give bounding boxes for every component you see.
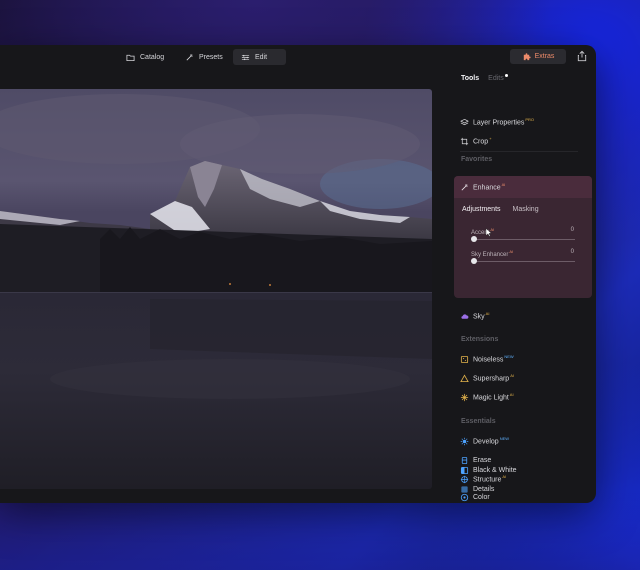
layer-properties-label: Layer Properties: [473, 119, 525, 127]
noiseless-icon: [460, 355, 469, 363]
badge: NEW: [504, 354, 514, 360]
enhance-panel: EnhanceAI Adjustments Masking AccentAI 0…: [454, 176, 592, 298]
panel-tabs: Tools Edits: [461, 74, 508, 82]
accent-value: 0: [570, 227, 574, 233]
crop-icon: [460, 137, 469, 145]
divider: [460, 151, 578, 152]
enhance-label: Enhance: [473, 184, 501, 192]
layers-icon: [460, 118, 469, 125]
mountain-lake-image: [0, 89, 432, 489]
black-white-item[interactable]: Black & White: [460, 464, 517, 476]
enhance-item[interactable]: EnhanceAI: [460, 181, 505, 193]
details-label: Details: [473, 485, 495, 493]
badge: AI: [509, 249, 514, 254]
sky-enhancer-label: Sky EnhancerAI: [471, 249, 513, 258]
favorites-heading: Favorites: [461, 156, 493, 163]
noiseless-item[interactable]: NoiselessNEW: [460, 353, 514, 365]
presets-button[interactable]: Presets: [177, 49, 231, 65]
badge: AI: [501, 182, 506, 188]
extras-label: Extras: [534, 53, 555, 60]
half-square-icon: [460, 466, 469, 474]
noiseless-label: Noiseless: [473, 356, 504, 364]
presets-label: Presets: [199, 53, 223, 61]
sun-icon: [460, 437, 469, 445]
layer-properties-item[interactable]: Layer PropertiesPRO: [460, 116, 534, 128]
folder-icon: [126, 54, 135, 61]
magic-light-item[interactable]: Magic LightAI: [460, 391, 514, 403]
accent-slider-knob[interactable]: [471, 236, 477, 242]
photo-preview[interactable]: [0, 89, 432, 489]
crop-item[interactable]: Crop+: [460, 135, 492, 147]
extras-button[interactable]: Extras: [510, 49, 566, 64]
sky-label: Sky: [473, 313, 485, 321]
sliders-icon: [241, 54, 250, 60]
black-white-label: Black & White: [473, 466, 517, 474]
sky-enhancer-label-text: Sky Enhancer: [471, 252, 509, 258]
tab-edits[interactable]: Edits: [488, 74, 508, 82]
details-icon: [461, 485, 468, 493]
tab-masking[interactable]: Masking: [513, 206, 539, 213]
crop-label: Crop: [473, 138, 489, 146]
accent-slider-track[interactable]: [472, 239, 575, 240]
tab-tools[interactable]: Tools: [461, 75, 479, 82]
essentials-heading: Essentials: [461, 418, 496, 425]
supersharp-label: Supersharp: [473, 375, 510, 383]
magic-wand-icon: [186, 53, 193, 60]
sky-enhancer-slider-track[interactable]: [472, 261, 575, 262]
sky-enhancer-value: 0: [570, 249, 574, 255]
develop-label: Develop: [473, 438, 499, 446]
cloud-icon: [461, 313, 469, 319]
extensions-heading: Extensions: [461, 336, 499, 343]
share-icon[interactable]: [576, 50, 588, 62]
details-item[interactable]: Details: [460, 483, 494, 495]
triangle-icon: [460, 374, 469, 382]
sky-enhancer-slider-knob[interactable]: [471, 258, 477, 264]
supersharp-item[interactable]: SupersharpAI: [460, 372, 514, 384]
enhance-subtabs: Adjustments Masking: [462, 206, 539, 213]
catalog-button[interactable]: Catalog: [118, 49, 172, 65]
puzzle-icon: [523, 53, 531, 61]
sky-item[interactable]: SkyAI: [460, 310, 489, 322]
badge: AI: [509, 392, 514, 398]
app-window: Catalog Presets Edit Extras Tools Edits …: [0, 45, 596, 503]
pro-badge: PRO: [525, 117, 535, 123]
badge: AI: [485, 311, 490, 317]
magic-wand-icon: [461, 183, 468, 190]
magic-light-label: Magic Light: [473, 394, 509, 402]
edit-button[interactable]: Edit: [233, 49, 286, 65]
edit-label: Edit: [255, 53, 268, 61]
erase-label: Erase: [473, 456, 492, 464]
develop-item[interactable]: DevelopNEW: [460, 435, 509, 447]
top-bar: Catalog Presets Edit Extras: [0, 45, 596, 69]
sparkle-icon: [460, 393, 469, 401]
tab-edits-label: Edits: [488, 75, 504, 82]
tab-adjustments[interactable]: Adjustments: [462, 206, 501, 213]
tools-panel: Tools Edits Layer PropertiesPRO Crop+ Fa…: [452, 69, 596, 503]
unsaved-dot: [504, 74, 508, 77]
mouse-cursor-icon: [485, 228, 492, 237]
badge: AI: [510, 373, 514, 379]
badge: NEW: [499, 436, 510, 442]
catalog-label: Catalog: [140, 53, 165, 61]
pro-badge: +: [489, 136, 492, 142]
